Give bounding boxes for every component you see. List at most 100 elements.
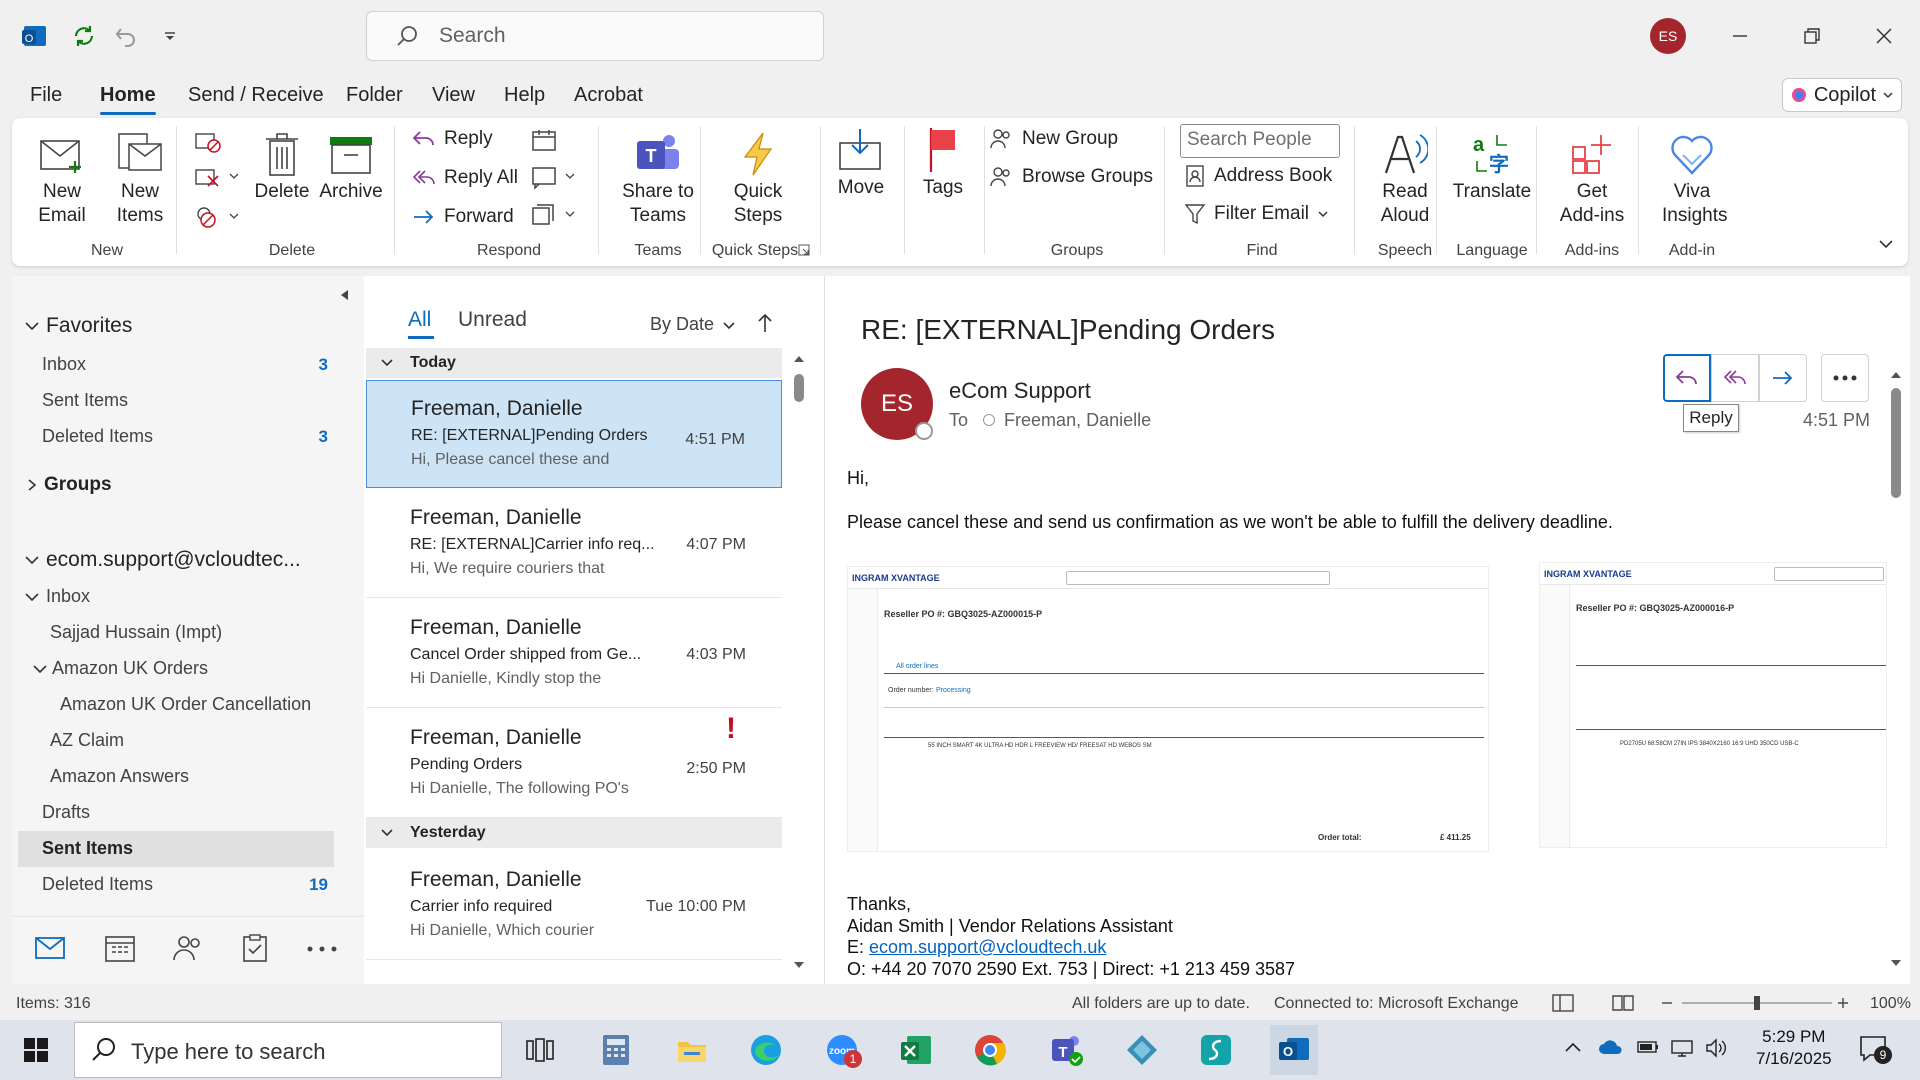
move-button[interactable]: Move (826, 124, 896, 200)
taskbar-clock[interactable]: 5:29 PM 7/16/2025 (1756, 1026, 1832, 1070)
teams-taskbar-icon[interactable]: T (1046, 1030, 1086, 1070)
sort-dropdown[interactable]: By Date (650, 314, 736, 335)
folder-sent-items[interactable]: Sent Items (42, 838, 133, 859)
archive-button[interactable]: Archive (318, 128, 384, 204)
dialog-launcher-icon[interactable] (798, 244, 810, 256)
undo-icon[interactable] (108, 18, 144, 54)
message-item[interactable]: Freeman, Danielle ! Pending Orders Hi Da… (366, 710, 782, 818)
tags-button[interactable]: Tags (908, 124, 978, 200)
taskbar-search[interactable]: Type here to search (74, 1022, 502, 1078)
calculator-icon[interactable] (596, 1030, 636, 1070)
account-header[interactable]: ecom.support@vcloudtec... (24, 548, 301, 572)
reply-all-button[interactable]: Reply All (412, 167, 518, 189)
search-people-input[interactable]: Search People (1180, 124, 1340, 158)
filter-all-tab[interactable]: All (408, 308, 431, 332)
folder-inbox[interactable]: Inbox (24, 586, 90, 607)
user-avatar[interactable]: ES (1650, 18, 1686, 54)
message-list-scrollbar[interactable] (792, 352, 804, 972)
forward-button[interactable]: Forward (412, 206, 514, 228)
embedded-screenshot-2[interactable]: INGRAM XVANTAGE Reseller PO #: GBQ3025-A… (1539, 562, 1887, 848)
chrome-icon[interactable] (970, 1030, 1010, 1070)
sender-name[interactable]: eCom Support (949, 378, 1091, 404)
message-item-partial[interactable] (366, 962, 782, 984)
app-script-icon[interactable] (1196, 1030, 1236, 1070)
calendar-icon[interactable] (104, 933, 136, 963)
close-icon[interactable] (1864, 16, 1904, 56)
copilot-button[interactable]: Copilot (1782, 78, 1902, 112)
sort-direction-icon[interactable] (756, 312, 774, 334)
reading-pane-scrollbar[interactable] (1890, 370, 1902, 970)
translate-button[interactable]: a字 Translate (1442, 128, 1542, 204)
volume-icon[interactable] (1704, 1037, 1728, 1059)
reading-view-icon[interactable] (1612, 994, 1634, 1012)
embedded-screenshot-1[interactable]: INGRAM XVANTAGE Reseller PO #: GBQ3025-A… (847, 566, 1489, 852)
favorites-header[interactable]: Favorites (24, 314, 132, 338)
mail-icon[interactable] (34, 933, 66, 961)
sync-icon[interactable] (66, 18, 102, 54)
forward-action-button[interactable] (1759, 354, 1807, 402)
tab-home[interactable]: Home (100, 84, 156, 107)
collapse-pane-icon[interactable] (338, 288, 350, 302)
group-header-today[interactable]: Today (366, 348, 782, 378)
ignore-icon[interactable] (192, 128, 224, 154)
message-item[interactable]: Freeman, Danielle Carrier info required … (366, 852, 782, 960)
task-view-icon[interactable] (520, 1030, 560, 1070)
message-item[interactable]: Freeman, Danielle RE: [EXTERNAL]Carrier … (366, 490, 782, 598)
battery-icon[interactable] (1636, 1038, 1660, 1056)
reply-action-button[interactable] (1663, 354, 1711, 402)
zoom-app-icon[interactable]: zoom 1 (822, 1030, 862, 1070)
people-icon[interactable] (172, 933, 204, 963)
more-respond-icon[interactable] (530, 202, 580, 228)
folder-deleted-items[interactable]: Deleted Items (42, 874, 153, 895)
folder-az-claim[interactable]: AZ Claim (50, 730, 124, 751)
new-email-button[interactable]: New Email (32, 128, 92, 228)
meeting-icon[interactable] (530, 128, 560, 154)
reply-all-action-button[interactable] (1711, 354, 1759, 402)
tab-file[interactable]: File (30, 84, 62, 107)
tab-folder[interactable]: Folder (346, 84, 403, 107)
share-to-teams-button[interactable]: T Share to Teams (608, 128, 708, 228)
minimize-icon[interactable] (1720, 16, 1760, 56)
restore-icon[interactable] (1792, 16, 1832, 56)
collapse-ribbon-icon[interactable] (1878, 236, 1894, 252)
folder-amazon-cancellation[interactable]: Amazon UK Order Cancellation (60, 694, 311, 715)
folder-amazon-answers[interactable]: Amazon Answers (50, 766, 189, 787)
clean-up-icon[interactable] (192, 164, 242, 190)
windows-start-icon[interactable] (16, 1030, 56, 1070)
zoom-level[interactable]: 100% (1870, 995, 1911, 1013)
zoom-slider[interactable] (1660, 994, 1850, 1012)
network-icon[interactable] (1670, 1038, 1694, 1058)
search-box[interactable]: Search (366, 11, 824, 61)
viva-insights-button[interactable]: Viva Insights (1644, 128, 1740, 228)
chevron-up-icon[interactable] (1564, 1040, 1582, 1054)
folder-sent-favorite[interactable]: Sent Items (42, 390, 128, 411)
app-diamond-icon[interactable] (1122, 1030, 1162, 1070)
onedrive-icon[interactable] (1598, 1038, 1624, 1056)
edge-icon[interactable] (746, 1030, 786, 1070)
address-book-button[interactable]: Address Book (1184, 164, 1332, 188)
customize-toolbar-icon[interactable] (152, 18, 188, 54)
junk-icon[interactable] (192, 202, 242, 230)
im-icon[interactable] (530, 164, 580, 190)
outlook-taskbar-icon[interactable]: O (1270, 1025, 1318, 1075)
groups-header[interactable]: Groups (26, 474, 112, 496)
get-addins-button[interactable]: Get Add-ins (1542, 128, 1642, 228)
browse-groups-button[interactable]: Browse Groups (990, 166, 1153, 188)
normal-view-icon[interactable] (1552, 994, 1574, 1012)
tasks-icon[interactable] (240, 933, 272, 963)
more-apps-icon[interactable] (306, 945, 338, 953)
tab-acrobat[interactable]: Acrobat (574, 84, 643, 107)
notification-center-icon[interactable]: 9 (1858, 1034, 1892, 1064)
tab-view[interactable]: View (432, 84, 475, 107)
recipient-name[interactable]: Freeman, Danielle (1004, 410, 1151, 430)
folder-drafts[interactable]: Drafts (42, 802, 90, 823)
email-link[interactable]: ecom.support@vcloudtech.uk (869, 937, 1106, 957)
filter-email-button[interactable]: Filter Email (1184, 202, 1329, 226)
folder-inbox-favorite[interactable]: Inbox (42, 354, 352, 375)
message-item[interactable]: Freeman, Danielle RE: [EXTERNAL]Pending … (366, 380, 782, 488)
delete-button[interactable]: Delete (252, 128, 312, 204)
excel-icon[interactable] (896, 1030, 936, 1070)
more-actions-button[interactable] (1821, 354, 1869, 402)
filter-unread-tab[interactable]: Unread (458, 308, 527, 332)
folder-amazon-uk-orders[interactable]: Amazon UK Orders (32, 658, 208, 679)
